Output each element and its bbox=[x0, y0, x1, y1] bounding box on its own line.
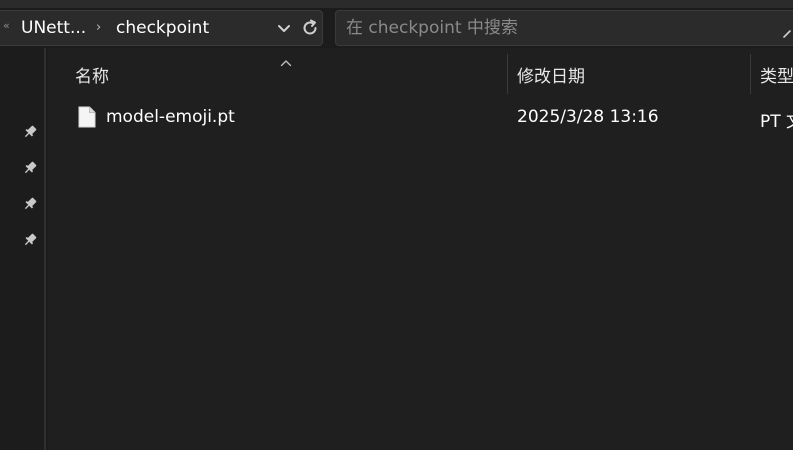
breadcrumb-item-checkpoint[interactable]: checkpoint bbox=[116, 18, 209, 38]
column-header-modified[interactable]: 修改日期 bbox=[517, 62, 585, 87]
breadcrumb-separator[interactable]: › bbox=[96, 20, 101, 35]
address-bar[interactable]: « UNett... › checkpoint bbox=[0, 10, 323, 46]
file-name[interactable]: model-emoji.pt bbox=[106, 107, 235, 127]
search-box[interactable] bbox=[335, 10, 793, 46]
sort-up-icon bbox=[280, 52, 292, 67]
pin-icon[interactable] bbox=[22, 124, 38, 140]
pin-icon[interactable] bbox=[22, 160, 38, 176]
table-row[interactable]: model-emoji.pt 2025/3/28 13:16 PT 文 bbox=[66, 100, 793, 136]
column-header-type[interactable]: 类型 bbox=[760, 62, 793, 87]
title-strip bbox=[0, 0, 793, 8]
file-modified: 2025/3/28 13:16 bbox=[517, 107, 659, 127]
pin-icon[interactable] bbox=[22, 196, 38, 212]
refresh-icon[interactable] bbox=[299, 17, 321, 39]
search-input[interactable] bbox=[346, 17, 776, 39]
breadcrumb-item-unett[interactable]: UNett... bbox=[21, 18, 86, 38]
chevron-down-icon[interactable] bbox=[274, 19, 294, 39]
file-list: 名称 修改日期 类型 model-emoji.pt 2025/3/28 13:1… bbox=[48, 48, 793, 450]
breadcrumb-overflow[interactable]: « bbox=[3, 19, 10, 32]
file-icon bbox=[78, 106, 96, 128]
column-divider[interactable] bbox=[750, 54, 751, 94]
file-type: PT 文 bbox=[760, 112, 793, 132]
column-divider[interactable] bbox=[507, 54, 508, 94]
search-icon[interactable] bbox=[781, 24, 793, 38]
column-header-name[interactable]: 名称 bbox=[75, 62, 109, 87]
pin-icon[interactable] bbox=[22, 232, 38, 248]
navigation-pane bbox=[0, 48, 46, 450]
address-toolbar: « UNett... › checkpoint bbox=[0, 8, 793, 48]
